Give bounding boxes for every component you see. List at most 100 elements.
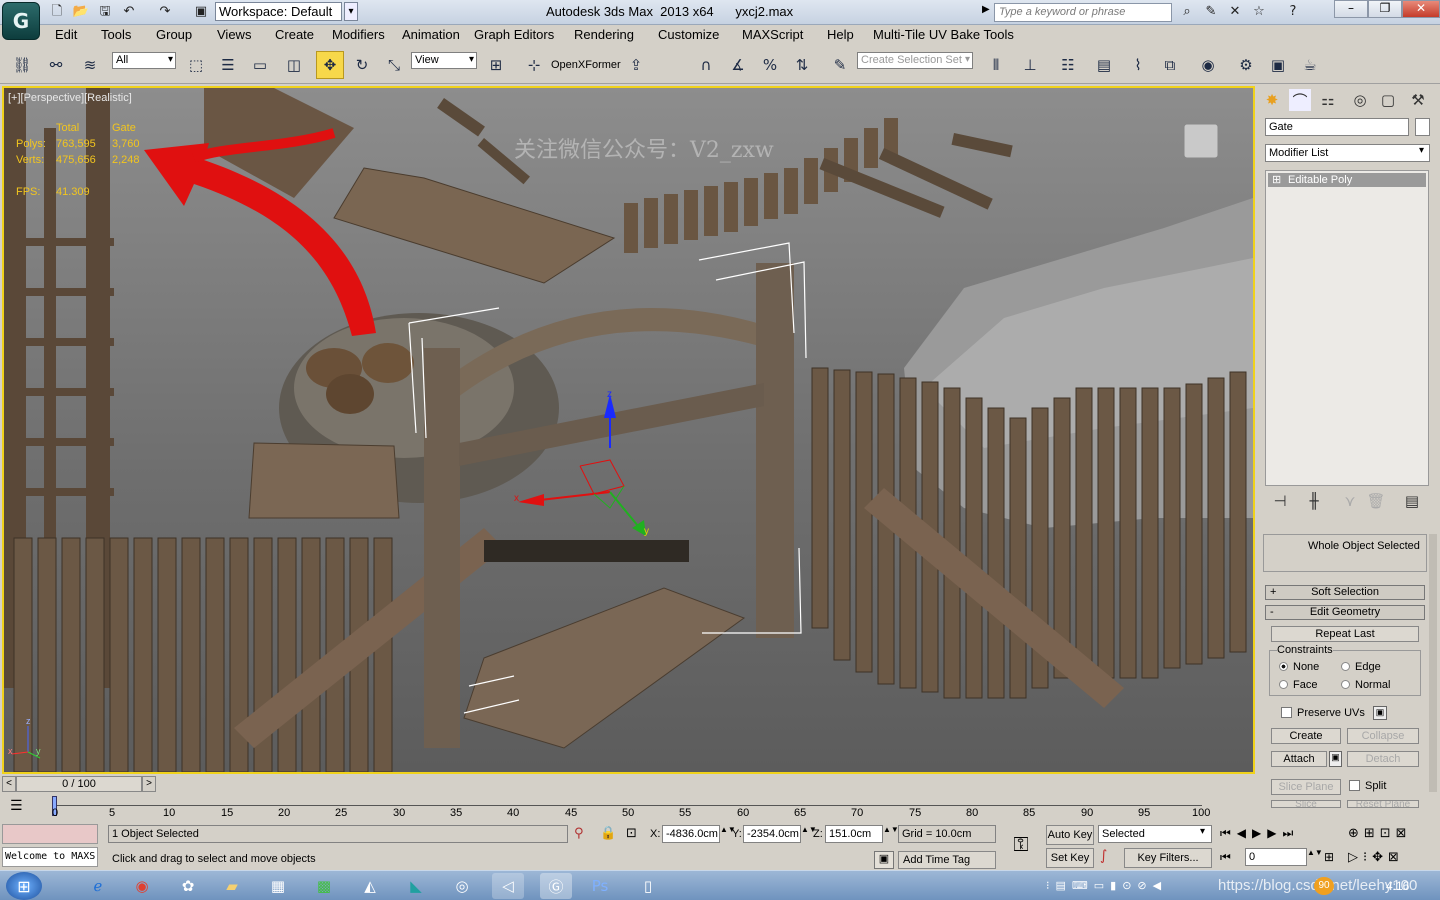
open-file-icon[interactable]: 📂 bbox=[72, 4, 90, 20]
menu-tools[interactable]: Tools bbox=[101, 27, 131, 42]
project-folder-icon[interactable]: ▣ bbox=[192, 4, 210, 20]
render-teapot-icon[interactable]: ☕ bbox=[1296, 51, 1324, 79]
menu-multitile-uv[interactable]: Multi-Tile UV Bake Tools bbox=[873, 27, 1014, 42]
menu-create[interactable]: Create bbox=[275, 27, 314, 42]
rect-region-icon[interactable]: ▭ bbox=[246, 51, 274, 79]
viewport-nav-icons-top[interactable]: ⊕⊞⊡⊠ bbox=[1348, 826, 1412, 841]
3dsmax-task-icon[interactable]: Ⓖ bbox=[540, 873, 572, 899]
edit-geometry-rollout[interactable]: - Edit Geometry bbox=[1265, 605, 1425, 620]
menu-customize[interactable]: Customize bbox=[658, 27, 719, 42]
chrome-icon[interactable]: ◉ bbox=[126, 873, 158, 899]
current-frame-field[interactable]: 0 bbox=[1245, 848, 1307, 866]
taskbar-app-icon[interactable]: ◎ bbox=[446, 873, 478, 899]
hierarchy-tab-icon[interactable]: ⚏ bbox=[1317, 89, 1339, 111]
schematic-view-icon[interactable]: ⧉ bbox=[1156, 51, 1184, 79]
tray-icons[interactable]: ⁝▤⌨▭▮⊙⊘◀ bbox=[1046, 879, 1167, 892]
menu-help[interactable]: Help bbox=[827, 27, 854, 42]
menu-maxscript[interactable]: MAXScript bbox=[742, 27, 803, 42]
viewport-label[interactable]: [+][Perspective][Realistic] bbox=[8, 92, 132, 104]
align-icon[interactable]: ⊥ bbox=[1016, 51, 1044, 79]
save-icon[interactable]: 🖫 bbox=[96, 4, 114, 20]
slice-button[interactable]: Slice bbox=[1271, 800, 1341, 808]
auto-key-button[interactable]: Auto Key bbox=[1046, 825, 1094, 845]
reset-plane-button[interactable]: Reset Plane bbox=[1347, 800, 1419, 808]
favorites-star-icon[interactable]: ☆ bbox=[1250, 4, 1268, 20]
help-icon[interactable]: ? bbox=[1284, 4, 1302, 20]
openx-icon[interactable]: ⊹ bbox=[520, 51, 548, 79]
search-input[interactable]: Type a keyword or phrase bbox=[994, 3, 1172, 22]
listener-output[interactable]: Welcome to MAXS bbox=[2, 847, 98, 867]
app-logo[interactable]: G bbox=[2, 2, 40, 40]
modifier-list-chevron-icon[interactable]: ▾ bbox=[1419, 145, 1424, 156]
named-selection-dropdown[interactable]: Create Selection Set bbox=[857, 52, 973, 69]
redo-icon[interactable]: ↷ bbox=[156, 4, 174, 20]
start-button[interactable]: ⊞ bbox=[6, 872, 42, 900]
undo-icon[interactable]: ↶ bbox=[120, 4, 138, 20]
constraint-normal-radio[interactable]: Normal bbox=[1341, 679, 1390, 691]
stack-expand-icon[interactable]: ⊞ bbox=[1272, 173, 1281, 186]
menu-animation[interactable]: Animation bbox=[402, 27, 460, 42]
workspace-chevron-icon[interactable]: ▾ bbox=[344, 2, 358, 21]
select-by-name-icon[interactable]: ☰ bbox=[214, 51, 242, 79]
clock[interactable]: 4:16 bbox=[1386, 879, 1409, 893]
time-config-icon[interactable]: ⊞ bbox=[1324, 850, 1334, 864]
absolute-mode-icon[interactable]: ⊡ bbox=[626, 826, 637, 841]
display-tab-icon[interactable]: ▢ bbox=[1377, 89, 1399, 111]
collapse-button[interactable]: Collapse bbox=[1347, 728, 1419, 744]
rotate-icon[interactable]: ↻ bbox=[348, 51, 376, 79]
pinned-app-icon[interactable]: ✿ bbox=[172, 873, 204, 899]
notepad-icon[interactable]: ▯ bbox=[632, 873, 664, 899]
select-object-icon[interactable]: ⬚ bbox=[182, 51, 210, 79]
ie-icon[interactable]: ℯ bbox=[82, 873, 114, 899]
render-setup-icon[interactable]: ⚙ bbox=[1232, 51, 1260, 79]
x-coord-field[interactable]: -4836.0cm bbox=[662, 825, 720, 843]
object-name-field[interactable]: Gate bbox=[1265, 118, 1409, 136]
snap-3d-icon[interactable]: ∩ bbox=[692, 51, 720, 79]
add-time-tag-button[interactable]: Add Time Tag bbox=[898, 851, 996, 869]
z-spinner-icon[interactable]: ▲▼ bbox=[883, 825, 899, 843]
modify-tab-icon[interactable]: ⌒ bbox=[1289, 89, 1311, 111]
openx-upload-icon[interactable]: ⇪ bbox=[622, 51, 650, 79]
explorer-icon[interactable]: ▰ bbox=[216, 873, 248, 899]
curve-editor-mini-icon[interactable]: ☰ bbox=[10, 798, 23, 814]
menu-rendering[interactable]: Rendering bbox=[574, 27, 634, 42]
preserve-uvs-settings-icon[interactable]: ▣ bbox=[1373, 706, 1387, 720]
pivot-center-icon[interactable]: ⊞ bbox=[482, 51, 510, 79]
subscription-icon[interactable]: ✎ bbox=[1202, 4, 1220, 20]
remove-modifier-icon[interactable]: 🗑 bbox=[1365, 490, 1387, 512]
communication-icon[interactable]: ✕ bbox=[1226, 4, 1244, 20]
taskbar-app-icon[interactable]: ◭ bbox=[354, 873, 386, 899]
openxformer-label[interactable]: OpenXFormer bbox=[551, 59, 621, 71]
playback-controls[interactable]: ⏮◀▶▶⏭ bbox=[1220, 826, 1299, 841]
object-color-swatch[interactable] bbox=[1415, 118, 1430, 136]
bind-space-warp-icon[interactable]: ≋ bbox=[76, 51, 104, 79]
menu-group[interactable]: Group bbox=[156, 27, 192, 42]
perspective-viewport[interactable]: [+][Perspective][Realistic] Total Gate P… bbox=[2, 86, 1255, 774]
constraint-none-radio[interactable]: None bbox=[1279, 661, 1319, 673]
minimize-button[interactable]: – bbox=[1334, 0, 1368, 18]
y-coord-field[interactable]: -2354.0cm bbox=[743, 825, 801, 843]
viewport-nav-icons-bottom[interactable]: ▷⁝✥⊠ bbox=[1348, 850, 1404, 865]
angle-snap-icon[interactable]: ∡ bbox=[724, 51, 752, 79]
lock-icon[interactable]: 🔒 bbox=[600, 826, 616, 841]
unlink-icon[interactable]: ⚯ bbox=[42, 51, 70, 79]
configure-sets-icon[interactable]: ▤ bbox=[1401, 490, 1423, 512]
window-crossing-icon[interactable]: ◫ bbox=[280, 51, 308, 79]
key-mode-chevron-icon[interactable]: ▾ bbox=[1200, 826, 1205, 837]
split-checkbox[interactable]: Split bbox=[1349, 780, 1386, 792]
close-button[interactable]: ✕ bbox=[1402, 0, 1440, 18]
show-end-result-icon[interactable]: ╫ bbox=[1303, 490, 1325, 512]
panel-scrollbar[interactable] bbox=[1429, 534, 1437, 792]
mirror-icon[interactable]: ⫴ bbox=[982, 51, 1010, 79]
scale-icon[interactable]: ⤡ bbox=[380, 51, 408, 79]
attach-list-icon[interactable]: ▣ bbox=[1329, 751, 1342, 767]
set-keys-key-icon[interactable]: ⚿ bbox=[1000, 832, 1042, 862]
move-icon[interactable]: ✥ bbox=[316, 51, 344, 79]
photoshop-icon[interactable]: Ps bbox=[584, 873, 616, 899]
selection-filter-dropdown[interactable]: All bbox=[112, 52, 176, 69]
menu-modifiers[interactable]: Modifiers bbox=[332, 27, 385, 42]
attach-button[interactable]: Attach bbox=[1271, 751, 1327, 767]
maximize-button[interactable]: ❐ bbox=[1368, 0, 1402, 18]
percent-snap-icon[interactable]: % bbox=[756, 51, 784, 79]
frame-spinner-icon[interactable]: ▲▼ bbox=[1307, 848, 1323, 866]
